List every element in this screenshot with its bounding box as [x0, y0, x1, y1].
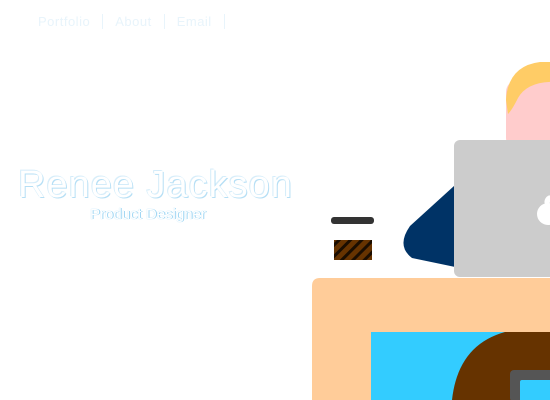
laptop — [454, 140, 550, 277]
shoe-sole — [520, 380, 550, 400]
portfolio-page: Portfolio About Email Renee Jackson Prod… — [0, 0, 550, 400]
hero-role: Product Designer — [90, 206, 206, 223]
coffee-cup-icon — [331, 217, 374, 272]
hero-name: Renee Jackson — [18, 164, 293, 206]
